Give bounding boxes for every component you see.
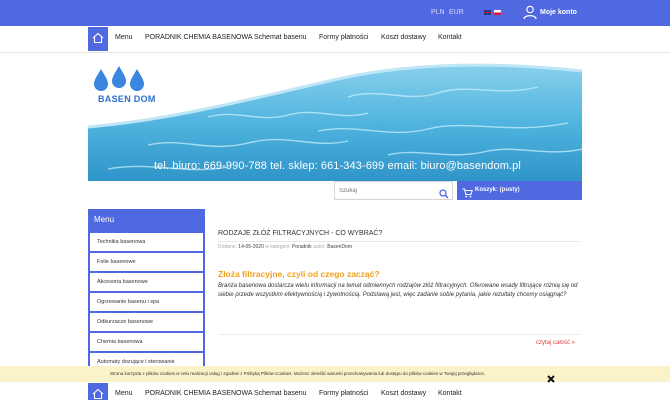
post-meta: Dodano: 14-05-2020 w kategorii: Poradnik… [218,244,352,250]
home-button[interactable] [88,27,108,51]
nav-item-kontakt[interactable]: Kontakt [438,390,462,397]
cookie-bar: Strona korzysta z plików cookies w celu … [0,366,670,383]
sidebar-title: Menu [94,215,115,224]
my-account-link[interactable]: Moje konto [540,9,577,16]
sidebar-item-technika[interactable]: Technika basenowa [90,233,203,251]
nav-item-poradnik[interactable]: PORADNIK CHEMIA BASENOWA [145,34,252,41]
nav-item-dostawa[interactable]: Koszt dostawy [381,390,426,397]
cookie-text: Strona korzysta z plików cookies w celu … [110,371,486,376]
search-box [334,181,453,200]
sidebar-item-label: Odkurzacze basenowe [97,319,153,325]
sidebar-item-ogrzewanie[interactable]: Ogrzewanie basenu i spa [90,293,203,311]
currency-eur[interactable]: EUR [449,9,464,16]
post-heading: Złoża filtracyjne, czyli od czego zacząć… [218,269,380,279]
excerpt-divider [218,334,580,335]
cart-icon [462,185,473,203]
meta-category-label: w kategorii: [265,244,291,250]
title-divider [218,241,580,242]
sticky-nav: Menu PORADNIK CHEMIA BASENOWA Schemat ba… [88,383,582,400]
nav-item-dostawa[interactable]: Koszt dostawy [381,34,426,41]
post-excerpt: Branża basenowa dostarcza wielu informac… [218,283,578,298]
sidebar-item-odkurzacze[interactable]: Odkurzacze basenowe [90,313,203,331]
home-button[interactable] [88,383,108,400]
flag-pl-icon[interactable] [494,10,501,15]
meta-added-label: Dodano: [218,244,237,250]
search-input[interactable] [339,185,435,197]
logo-text: BASEN DOM [98,94,156,104]
meta-category-link[interactable]: Poradnik [292,244,312,250]
home-icon [92,388,104,400]
nav-item-schemat[interactable]: Schemat basenu [254,390,307,397]
meta-date: 14-05-2020 [238,244,264,250]
meta-author: BasenDom [327,244,352,250]
header-divider [0,52,670,53]
top-bar: PLN EUR Moje konto [0,0,670,26]
sidebar-menu: Menu Technika basenowa Folie basenowe Ak… [88,209,205,371]
sidebar-item-folie[interactable]: Folie basenowe [90,253,203,271]
nav-item-kontakt[interactable]: Kontakt [438,34,462,41]
sidebar-item-label: Ogrzewanie basenu i spa [97,299,160,305]
cart-button[interactable]: Koszyk: (pusty) [457,181,582,200]
nav-item-menu[interactable]: Menu [115,34,133,41]
contact-info: tel. biuro: 669-990-788 tel. sklep: 661-… [154,160,521,172]
sidebar-item-chemia[interactable]: Chemia basenowa [90,333,203,351]
sidebar-item-label: Akcesoria basenowe [97,279,148,285]
hero-banner: BASEN DOM tel. biuro: 669-990-788 tel. s… [88,57,582,181]
sidebar-item-label: Chemia basenowa [97,339,143,345]
post-title[interactable]: RODZAJE ZŁÓŻ FILTRACYJNYCH - CO WYBRAĆ? [218,230,382,237]
cart-label: Koszyk: (pusty) [475,187,520,193]
sidebar-item-label: Technika basenowa [97,239,146,245]
nav-item-platnosci[interactable]: Formy płatności [319,390,368,397]
main-nav: Menu PORADNIK CHEMIA BASENOWA Schemat ba… [88,27,582,51]
meta-author-label: autor: [313,244,326,250]
home-icon [92,32,104,44]
nav-item-schemat[interactable]: Schemat basenu [254,34,307,41]
sidebar-item-akcesoria[interactable]: Akcesoria basenowe [90,273,203,291]
sidebar-item-label: Folie basenowe [97,259,136,265]
flag-uk-icon[interactable] [484,10,491,15]
nav-item-platnosci[interactable]: Formy płatności [319,34,368,41]
nav-item-menu[interactable]: Menu [115,390,133,397]
user-icon[interactable] [523,5,537,20]
currency-pln[interactable]: PLN [431,9,445,16]
sidebar-item-label: Automaty dozujące i sterowanie [97,359,175,365]
search-icon[interactable] [439,186,449,204]
nav-item-poradnik[interactable]: PORADNIK CHEMIA BASENOWA [145,390,252,397]
read-more-link[interactable]: czytaj całość » [536,340,575,346]
